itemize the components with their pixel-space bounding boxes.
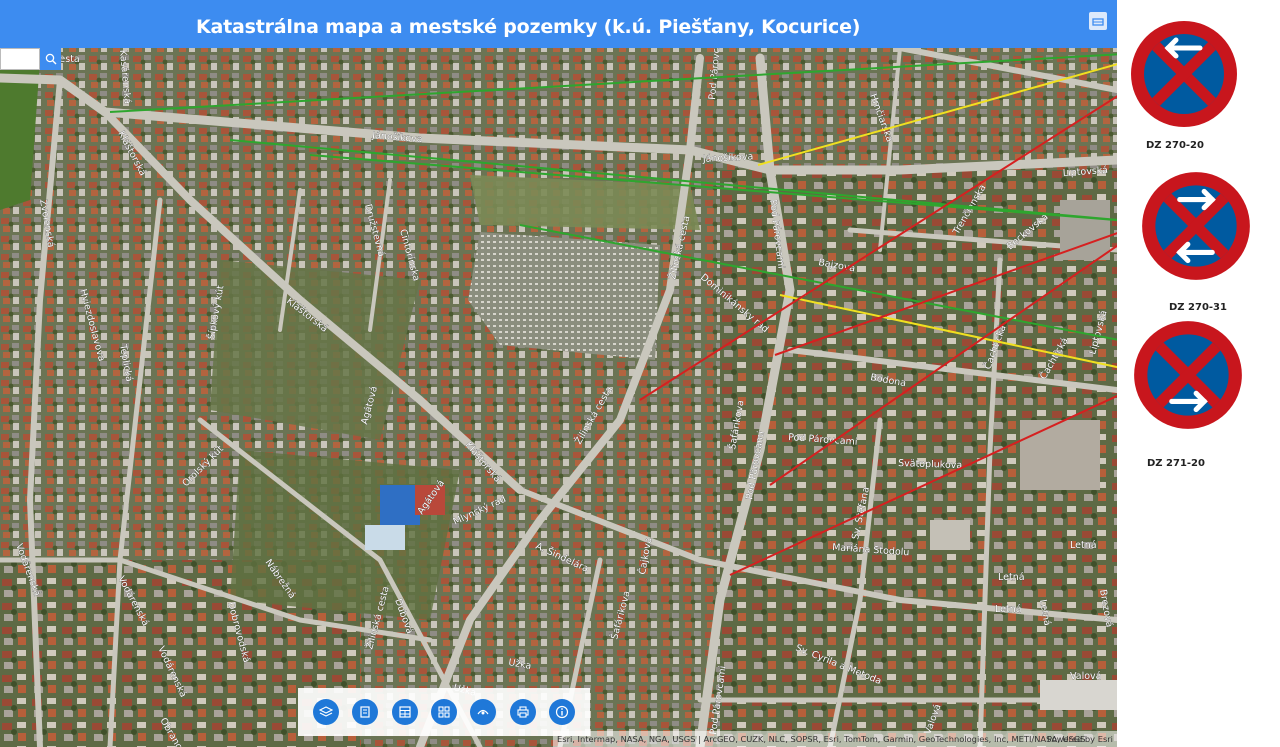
page-title: Katastrálna mapa a mestské pozemky (k.ú.… (196, 16, 861, 38)
search-widget (0, 48, 61, 70)
street-label: Letná (1070, 540, 1097, 551)
street-label: Valová (1070, 671, 1101, 682)
no-stopping-sign-both-icon (1138, 168, 1254, 284)
attribution-text: Esri, Intermap, NASA, NGA, USGS | ArcGEO… (557, 734, 1086, 744)
search-button[interactable] (40, 48, 61, 70)
about-button[interactable] (549, 699, 576, 725)
sign-code-label: DZ 270-20 (1146, 140, 1204, 151)
aerial-map[interactable]: Jánošíkova Jánošíkova Kláštorská Kláštor… (0, 48, 1117, 747)
no-stopping-sign-right-icon (1130, 317, 1246, 433)
basemap-gallery-icon (438, 706, 450, 718)
search-input[interactable] (0, 48, 40, 70)
sign-code-label: DZ 271-20 (1147, 458, 1205, 469)
basemap-toggle-icon (1092, 18, 1104, 26)
legend-icon (360, 706, 370, 718)
print-button[interactable] (509, 699, 536, 725)
blue-roof-building (380, 485, 420, 525)
traffic-sign-legend: DZ 270-20 DZ 270-31 DZ 271-20 (1117, 0, 1280, 747)
bottom-toolbar (298, 688, 590, 736)
street-label: Letná (998, 572, 1025, 583)
street-label: Letná (995, 604, 1022, 615)
header-widget-button[interactable] (1089, 12, 1107, 30)
print-icon (517, 706, 529, 718)
sign-code-label: DZ 270-31 (1169, 302, 1227, 313)
info-icon (556, 705, 569, 719)
measure-button[interactable] (470, 699, 497, 725)
no-stopping-sign-left-icon (1127, 17, 1241, 131)
search-icon (45, 53, 56, 65)
layers-icon (318, 706, 333, 717)
map-attribution: Esri, Intermap, NASA, NGA, USGS | ArcGEO… (553, 731, 1117, 747)
powered-by-link[interactable]: Powered by Esri (1047, 731, 1113, 747)
map-view[interactable]: Jánošíkova Jánošíkova Kláštorská Kláštor… (0, 48, 1117, 747)
basemap-gallery-button[interactable] (430, 699, 457, 725)
table-icon (398, 706, 411, 718)
legend-button[interactable] (352, 699, 379, 725)
street-label: Svätoplukova (898, 458, 962, 471)
attribute-table-button[interactable] (391, 699, 418, 725)
measure-icon (477, 709, 489, 715)
layers-button[interactable] (312, 699, 339, 725)
